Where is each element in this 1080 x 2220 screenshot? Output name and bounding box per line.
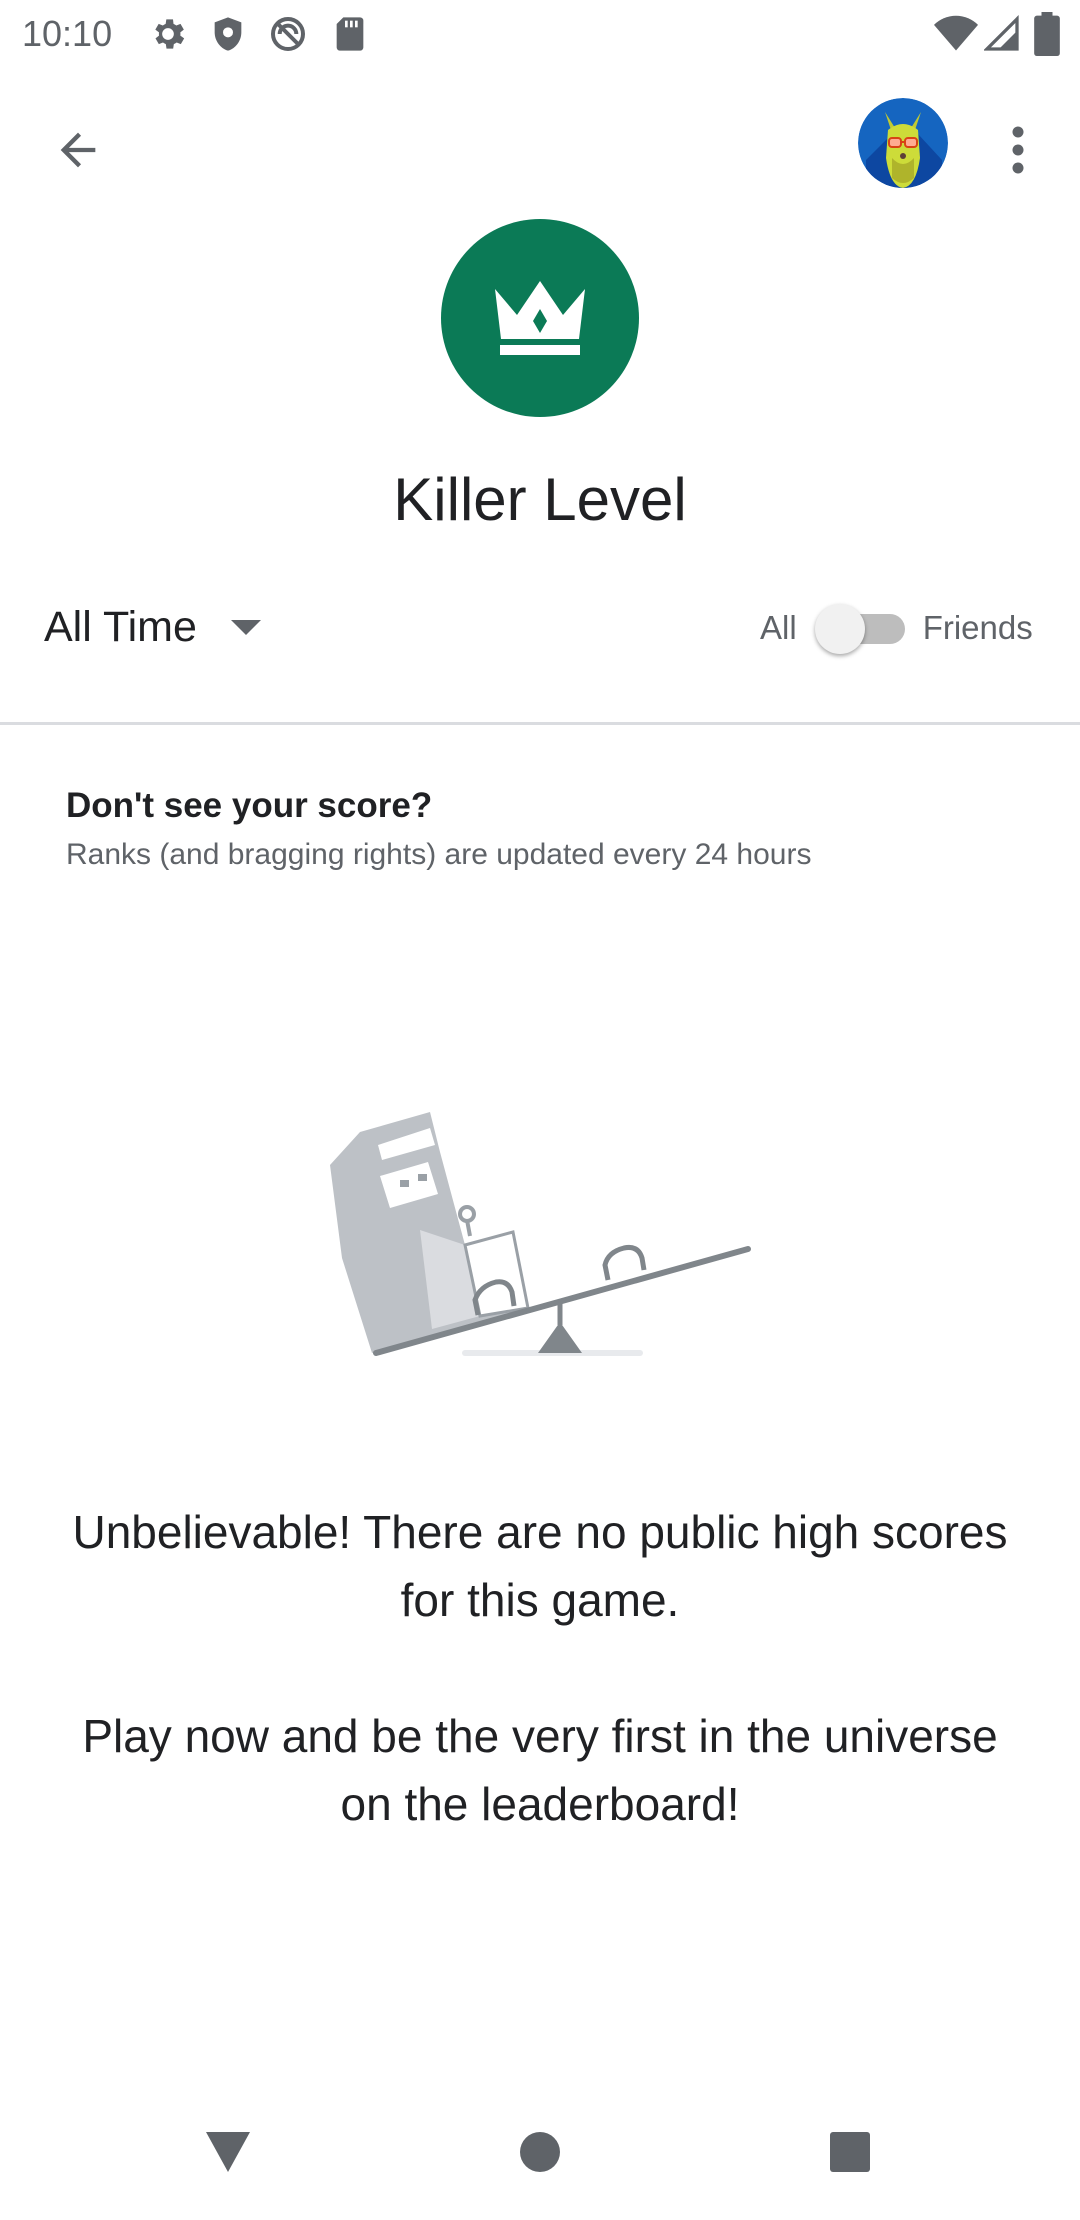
signal-icon (984, 15, 1019, 51)
nav-back-button[interactable] (188, 2125, 268, 2179)
wifi-icon (934, 15, 978, 51)
nav-home-button[interactable] (500, 2125, 580, 2179)
llama-avatar-icon (858, 98, 948, 188)
scope-friends-label: Friends (922, 609, 1033, 646)
divider (0, 722, 1080, 725)
status-bar: 10:10 (0, 0, 1080, 66)
nav-home-icon (520, 2132, 560, 2172)
time-range-label: All Time (44, 602, 197, 651)
status-time: 10:10 (22, 13, 113, 54)
arrow-back-icon (60, 132, 96, 168)
more-options-button[interactable] (990, 108, 1046, 192)
info-subtext: Ranks (and bragging rights) are updated … (66, 838, 812, 871)
leaderboard-title: Killer Level (393, 466, 687, 533)
back-button[interactable] (36, 108, 120, 192)
leaderboard-badge (441, 219, 639, 417)
time-range-dropdown[interactable]: All Time (44, 592, 261, 662)
gear-icon (155, 19, 185, 49)
info-heading: Don't see your score? (66, 786, 433, 825)
battery-icon (1034, 12, 1060, 56)
sd-card-icon (336, 17, 364, 51)
nav-back-icon (206, 2132, 250, 2172)
friends-toggle[interactable] (814, 600, 907, 656)
nav-recents-icon (830, 2132, 870, 2172)
avatar[interactable] (858, 98, 948, 188)
more-vert-icon (1012, 126, 1024, 174)
empty-state-message: Unbelievable! There are no public high s… (72, 1506, 1008, 1626)
arcade-seesaw-illustration (330, 1112, 751, 1356)
crown-icon (495, 281, 585, 355)
dropdown-arrow-icon (230, 619, 261, 635)
scope-filter: All Friends (760, 600, 1033, 656)
scope-all-label: All (760, 609, 797, 646)
shield-icon (214, 17, 242, 51)
vpn-icon (271, 17, 305, 51)
nav-recents-button[interactable] (810, 2125, 890, 2179)
empty-state-cta: Play now and be the very first in the un… (82, 1710, 998, 1830)
toggle-thumb (814, 604, 865, 654)
